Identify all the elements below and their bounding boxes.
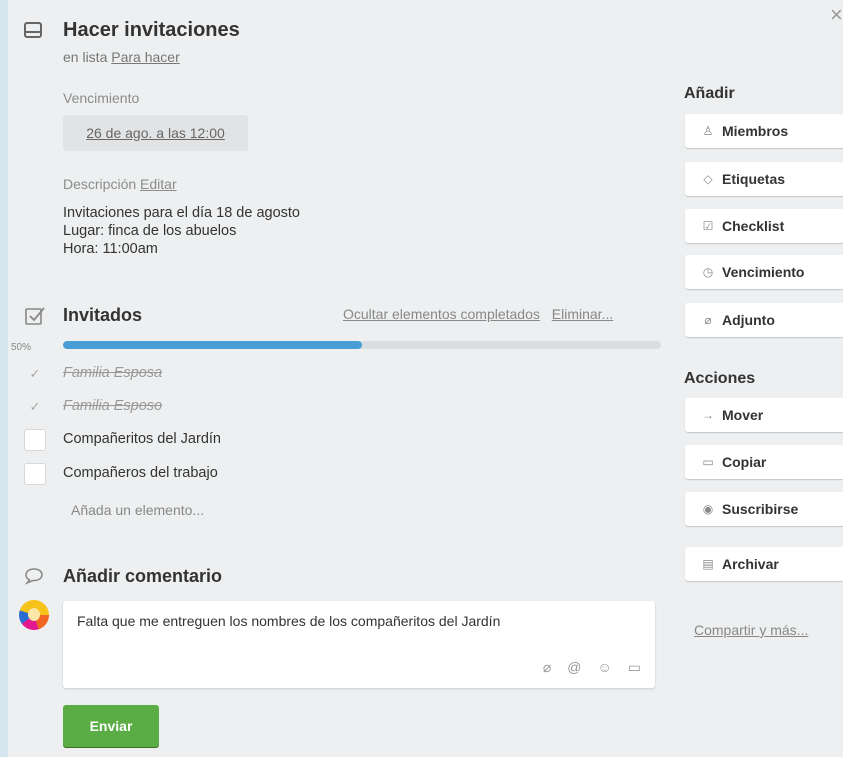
card-icon: ▭	[702, 455, 714, 469]
checklist-item: ✓ Familia Esposo	[24, 396, 664, 420]
progress-percent: 50%	[11, 342, 32, 353]
list-link[interactable]: Para hacer	[111, 49, 179, 65]
checklist-item: Compañeritos del Jardín	[24, 429, 664, 453]
checkbox-unchecked[interactable]	[24, 463, 46, 485]
subscribe-button[interactable]: ◉ Suscribirse	[685, 492, 843, 526]
comment-icon	[24, 568, 43, 585]
progress-bar	[63, 341, 661, 349]
checklist-title[interactable]: Invitados	[63, 305, 142, 326]
description-header: Descripción Editar	[63, 176, 177, 192]
add-heading: Añadir	[684, 85, 735, 102]
move-button-label: Mover	[722, 407, 764, 423]
card-link-icon[interactable]: ▭	[628, 659, 641, 676]
person-icon: ♙	[702, 124, 714, 138]
archive-button[interactable]: ▤ Archivar	[685, 547, 843, 581]
card-detail-window: × Hacer invitaciones en lista Para hacer…	[8, 0, 843, 757]
checklist-item: ✓ Familia Esposa	[24, 363, 664, 387]
comment-text[interactable]: Falta que me entreguen los nombres de lo…	[77, 613, 500, 629]
checklist-icon: ☑	[702, 219, 714, 233]
checkbox-checked[interactable]: ✓	[24, 363, 46, 385]
checklist-item-text[interactable]: Familia Esposo	[63, 398, 162, 414]
attachment-button-label: Adjunto	[722, 312, 775, 328]
description-text[interactable]: Invitaciones para el día 18 de agosto Lu…	[63, 204, 300, 258]
attachment-button[interactable]: ⌀ Adjunto	[685, 303, 843, 337]
close-icon[interactable]: ×	[830, 4, 843, 26]
members-button[interactable]: ♙ Miembros	[685, 114, 843, 148]
copy-button-label: Copiar	[722, 454, 767, 470]
clock-icon: ◷	[702, 265, 714, 279]
checklist-item: Compañeros del trabajo	[24, 463, 664, 487]
due-date-button[interactable]: 26 de ago. a las 12:00	[63, 115, 248, 151]
checklist-actions: Ocultar elementos completados Eliminar..…	[343, 306, 621, 322]
mention-icon[interactable]: @	[567, 659, 581, 676]
send-button[interactable]: Enviar	[63, 705, 159, 747]
attachment-icon[interactable]: ⌀	[543, 659, 551, 676]
delete-checklist-link[interactable]: Eliminar...	[552, 306, 613, 322]
paperclip-icon: ⌀	[704, 313, 712, 327]
in-list-prefix: en lista	[63, 49, 108, 65]
due-label: Vencimiento	[63, 90, 140, 106]
checklist-button-label: Checklist	[722, 218, 785, 234]
card-title[interactable]: Hacer invitaciones	[63, 19, 240, 42]
comment-input[interactable]: Falta que me entreguen los nombres de lo…	[63, 601, 655, 688]
description-label: Descripción	[63, 176, 137, 192]
emoji-icon[interactable]: ☺	[597, 659, 611, 676]
checklist-icon	[25, 307, 45, 325]
hide-completed-link[interactable]: Ocultar elementos completados	[343, 306, 540, 322]
copy-button[interactable]: ▭ Copiar	[685, 445, 843, 479]
labels-button-label: Etiquetas	[722, 171, 786, 187]
archive-button-label: Archivar	[722, 556, 779, 572]
comment-toolbar: ⌀ @ ☺ ▭	[543, 659, 641, 676]
due-date-sidebar-button[interactable]: ◷ Vencimiento	[685, 255, 843, 289]
actions-heading: Acciones	[684, 370, 756, 387]
edit-description-link[interactable]: Editar	[140, 176, 177, 192]
progress-fill	[63, 341, 362, 349]
add-checklist-item-input[interactable]: Añada un elemento...	[71, 502, 204, 518]
archive-icon: ▤	[702, 557, 714, 571]
share-and-more-link[interactable]: Compartir y más...	[694, 622, 808, 638]
checklist-item-text[interactable]: Compañeritos del Jardín	[63, 431, 221, 447]
checklist-item-text[interactable]: Compañeros del trabajo	[63, 465, 218, 481]
label-icon: ◇	[703, 172, 713, 186]
checklist-button[interactable]: ☑ Checklist	[685, 209, 843, 243]
subscribe-button-label: Suscribirse	[722, 501, 799, 517]
members-button-label: Miembros	[722, 123, 789, 139]
arrow-right-icon: →	[702, 408, 714, 422]
checkbox-unchecked[interactable]	[24, 429, 46, 451]
move-button[interactable]: → Mover	[685, 398, 843, 432]
checkbox-checked[interactable]: ✓	[24, 396, 46, 418]
list-breadcrumb: en lista Para hacer	[63, 49, 180, 65]
eye-icon: ◉	[702, 502, 714, 516]
checklist-item-text[interactable]: Familia Esposa	[63, 365, 162, 381]
labels-button[interactable]: ◇ Etiquetas	[685, 162, 843, 196]
avatar[interactable]	[19, 600, 49, 630]
due-date-button-label: Vencimiento	[722, 264, 805, 280]
comment-section-title: Añadir comentario	[63, 566, 223, 586]
card-icon	[24, 22, 42, 38]
